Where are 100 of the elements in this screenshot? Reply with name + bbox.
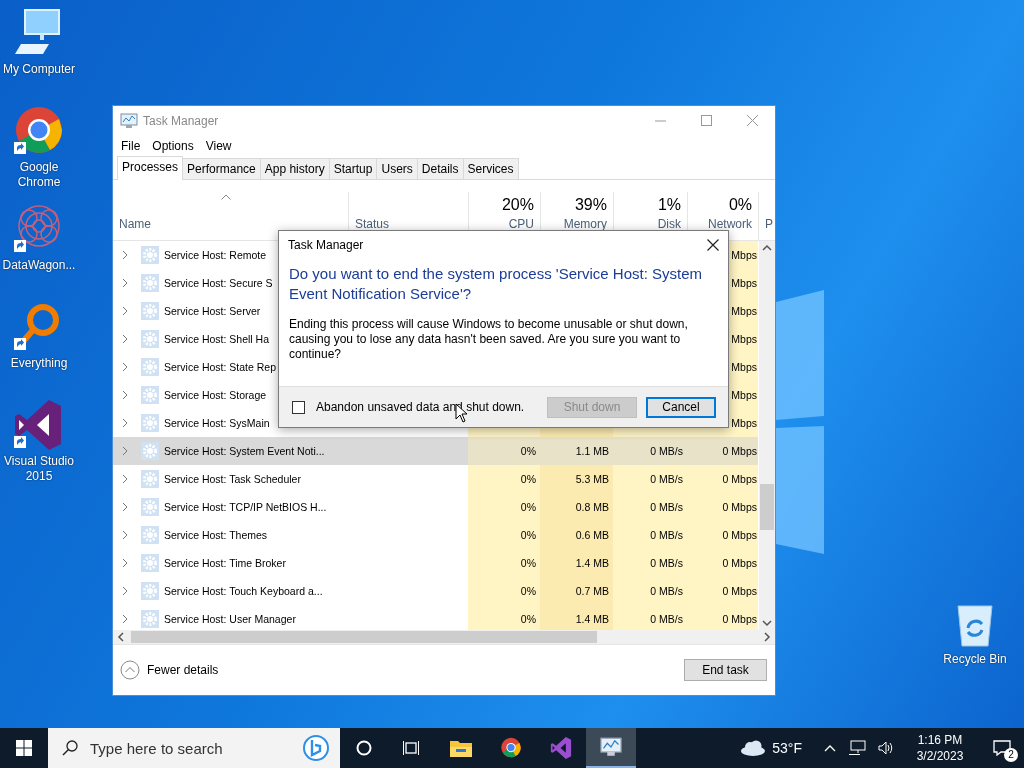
chrome-icon[interactable] xyxy=(13,106,65,156)
scrollbar-thumb[interactable] xyxy=(760,484,774,531)
search-field[interactable]: Type here to search xyxy=(88,738,302,758)
gear-icon xyxy=(141,273,159,292)
fewer-details-link[interactable]: Fewer details xyxy=(147,663,219,678)
process-name: Service Host: Task Scheduler xyxy=(164,472,301,485)
weather-temperature[interactable]: 53°F xyxy=(772,740,802,756)
table-cell: 0% xyxy=(520,528,536,541)
column-header[interactable]: Status xyxy=(355,216,462,231)
collapse-icon[interactable] xyxy=(120,660,140,681)
chevron-icon[interactable] xyxy=(122,613,128,624)
chevron-icon[interactable] xyxy=(122,445,128,456)
table-cell: 0 MB/s xyxy=(650,556,683,569)
scrollbar-thumb[interactable] xyxy=(131,631,597,644)
gear-icon xyxy=(141,441,159,460)
tab[interactable]: App history xyxy=(259,157,330,179)
task-view-icon xyxy=(403,740,421,756)
chevron-icon[interactable] xyxy=(122,333,128,344)
tab[interactable]: Performance xyxy=(182,157,261,179)
table-cell: 0 Mbps xyxy=(722,472,757,485)
process-row[interactable]: Service Host: TCP/IP NetBIOS H... 0% 0.8 MB 0 MB/s 0 Mbps xyxy=(113,492,759,521)
table-cell: Mbps xyxy=(731,248,757,261)
end-task-button[interactable]: End task xyxy=(684,659,767,682)
column-header[interactable]: Memory xyxy=(563,216,607,231)
process-name: Service Host: Secure S xyxy=(164,276,273,289)
tab[interactable]: Details xyxy=(416,157,464,179)
table-cell: 0% xyxy=(520,584,536,597)
process-row[interactable]: Service Host: Task Scheduler 0% 5.3 MB 0 MB/s 0 Mbps xyxy=(113,464,759,493)
table-cell: 0% xyxy=(520,556,536,569)
chevron-icon[interactable] xyxy=(122,473,128,484)
cloud-icon[interactable] xyxy=(740,740,767,756)
table-cell: 0 MB/s xyxy=(650,444,683,457)
chevron-icon[interactable] xyxy=(122,389,128,400)
table-cell: Mbps xyxy=(731,304,757,317)
menu-item[interactable]: File xyxy=(115,138,147,153)
table-cell: 0 Mbps xyxy=(722,584,757,597)
table-cell: 0 Mbps xyxy=(722,500,757,513)
clock-time[interactable]: 1:16 PM xyxy=(917,732,963,748)
chevron-icon[interactable] xyxy=(122,361,128,372)
sort-caret-icon xyxy=(221,193,231,200)
gear-icon xyxy=(141,329,159,348)
process-name: Service Host: State Rep xyxy=(164,360,277,373)
chevron-icon[interactable] xyxy=(122,501,128,512)
search-box[interactable]: Type here to search xyxy=(48,728,340,768)
column-header[interactable]: Disk xyxy=(657,216,681,231)
folder-icon xyxy=(450,739,472,757)
windows-icon xyxy=(16,740,32,756)
chevron-icon[interactable] xyxy=(122,417,128,428)
chevron-icon[interactable] xyxy=(122,277,128,288)
column-header[interactable]: Network xyxy=(708,216,752,231)
process-row[interactable]: Service Host: System Event Noti... 0% 1.1 MB 0 MB/s 0 Mbps xyxy=(113,436,759,465)
bing-icon xyxy=(302,734,330,762)
taskbar-app[interactable] xyxy=(586,728,636,768)
icon-label: My Computer xyxy=(3,62,75,77)
column-header[interactable]: CPU xyxy=(508,216,534,231)
maximize-icon xyxy=(700,115,712,126)
menu-item[interactable]: Options xyxy=(146,138,200,153)
recycle-bin-icon[interactable] xyxy=(954,602,996,648)
gear-icon xyxy=(141,609,159,628)
process-row[interactable]: Service Host: User Manager 0% 1.4 MB 0 MB/s 0 Mbps xyxy=(113,604,759,631)
process-name: Service Host: User Manager xyxy=(164,612,296,625)
chevron-icon[interactable] xyxy=(122,249,128,260)
gear-icon xyxy=(141,497,159,516)
close-icon xyxy=(707,239,719,251)
tab[interactable]: Processes xyxy=(117,155,184,180)
process-name: Service Host: TCP/IP NetBIOS H... xyxy=(164,500,327,513)
dialog-button[interactable]: Cancel xyxy=(646,396,716,418)
clock-date[interactable]: 3/2/2023 xyxy=(916,748,964,764)
icon-label: Google Chrome xyxy=(16,160,62,190)
process-row[interactable]: Service Host: Touch Keyboard a... 0% 0.7 MB 0 MB/s 0 Mbps xyxy=(113,576,759,605)
table-cell: 1.1 MB xyxy=(575,444,609,457)
chevron-icon[interactable] xyxy=(122,305,128,316)
gear-icon xyxy=(141,525,159,544)
process-name: Service Host: Server xyxy=(164,304,261,317)
menu-item[interactable]: View xyxy=(199,138,238,153)
table-cell: 0.8 MB xyxy=(575,500,609,513)
minimize-icon xyxy=(654,119,666,122)
checkbox[interactable] xyxy=(292,400,305,414)
icon-label: Recycle Bin xyxy=(943,652,1007,667)
dialog-message: Ending this process will cause Windows to become unusable or shut down, causing you to lose any data hasn't been saved. Are you sure you want to continue? xyxy=(288,316,689,362)
chevron-icon[interactable] xyxy=(122,557,128,568)
tab[interactable]: Startup xyxy=(328,157,378,179)
chevron-icon[interactable] xyxy=(122,585,128,596)
task-manager-icon xyxy=(599,737,623,757)
process-row[interactable]: Service Host: Themes 0% 0.6 MB 0 MB/s 0 Mbps xyxy=(113,520,759,549)
process-row[interactable]: Service Host: Time Broker 0% 1.4 MB 0 MB/s 0 Mbps xyxy=(113,548,759,577)
column-summary: 20% xyxy=(501,195,534,214)
table-cell: 0% xyxy=(520,500,536,513)
table-cell: 0% xyxy=(520,612,536,625)
chevron-icon[interactable] xyxy=(122,529,128,540)
table-cell: Mbps xyxy=(731,332,757,345)
table-cell: Mbps xyxy=(731,276,757,289)
tab[interactable]: Users xyxy=(376,157,418,179)
process-name: Service Host: System Event Noti... xyxy=(164,444,325,457)
tab[interactable]: Services xyxy=(462,157,519,179)
speaker-icon[interactable] xyxy=(878,740,894,756)
column-summary: 0% xyxy=(728,195,752,214)
column-header[interactable]: Name xyxy=(119,216,342,231)
network-icon[interactable] xyxy=(848,740,866,756)
chevron-up-icon[interactable] xyxy=(824,744,836,752)
